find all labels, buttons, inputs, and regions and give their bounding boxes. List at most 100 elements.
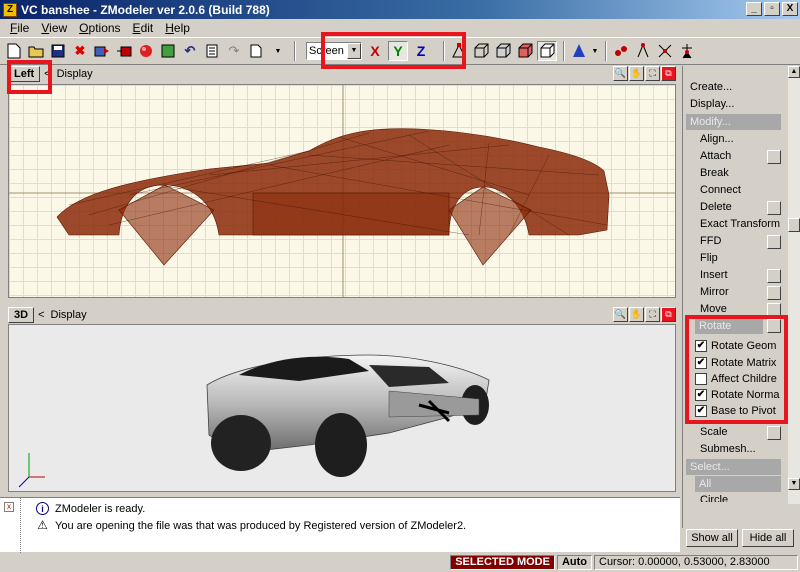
link-icon[interactable] xyxy=(611,41,631,61)
app-icon: Z xyxy=(3,2,17,17)
save-icon[interactable] xyxy=(48,41,68,61)
delete-icon[interactable]: ✖ xyxy=(70,41,90,61)
undo-icon[interactable]: ↶ xyxy=(180,41,200,61)
submesh-item[interactable]: Submesh... xyxy=(700,443,756,455)
move-item[interactable]: Move xyxy=(700,303,727,315)
car-side-wireframe xyxy=(9,85,675,297)
circle-item[interactable]: Circle xyxy=(700,494,728,502)
menu-file[interactable]: File xyxy=(4,21,35,35)
ffd-item[interactable]: FFD xyxy=(700,235,721,247)
insert-item[interactable]: Insert xyxy=(700,269,728,281)
maximize-viewport-icon[interactable]: ⧉ xyxy=(661,307,676,322)
status-bar: SELECTED MODE Auto Cursor: 0.00000, 0.53… xyxy=(0,553,800,572)
zoom-icon[interactable]: 🔍 xyxy=(613,307,628,322)
left-viewport[interactable] xyxy=(8,84,676,298)
minimize-button[interactable]: _ xyxy=(746,2,762,16)
notes-icon[interactable] xyxy=(202,41,222,61)
attach-item[interactable]: Attach xyxy=(700,150,731,162)
rotate-options-highlight-box xyxy=(685,315,788,424)
display-menu[interactable]: Display... xyxy=(690,98,734,110)
window-title: VC banshee - ZModeler ver 2.0.6 (Build 7… xyxy=(21,2,270,17)
3d-viewport[interactable] xyxy=(8,324,676,492)
new-file-icon[interactable] xyxy=(4,41,24,61)
menu-view[interactable]: View xyxy=(35,21,73,35)
object-mode-icon[interactable] xyxy=(493,41,513,61)
dropdown-arrow-icon[interactable]: ▼ xyxy=(591,41,599,61)
scale-item[interactable]: Scale xyxy=(700,426,728,438)
selection-mode-status: SELECTED MODE xyxy=(450,555,555,570)
connect-item[interactable]: Connect xyxy=(700,184,741,196)
skeleton-icon[interactable] xyxy=(677,41,697,61)
hierarchy-icon[interactable] xyxy=(633,41,653,61)
scroll-up-icon[interactable]: ▲ xyxy=(788,66,800,78)
pan-hand-icon[interactable]: ✋ xyxy=(629,307,644,322)
flip-item[interactable]: Flip xyxy=(700,252,718,264)
mirror-options-toggle[interactable] xyxy=(767,286,781,300)
face-mode-icon[interactable] xyxy=(471,41,491,61)
hide-all-button[interactable]: Hide all xyxy=(742,529,794,547)
maximize-viewport-icon[interactable]: ⧉ xyxy=(661,66,676,81)
break-item[interactable]: Break xyxy=(700,167,729,179)
align-item[interactable]: Align... xyxy=(700,133,734,145)
viewport-view-tab-3d[interactable]: 3D xyxy=(8,307,35,323)
menu-options[interactable]: Options xyxy=(73,21,126,35)
command-panel: Create... Display... Modify... Align... … xyxy=(682,66,800,528)
maximize-button[interactable]: ▫ xyxy=(764,2,780,16)
3d-viewport-header: 3D < Display 🔍 ✋ ⛶ ⧉ xyxy=(8,306,676,324)
view-tab-highlight-box xyxy=(7,60,52,94)
viewport-nav-arrow[interactable]: < xyxy=(38,309,44,321)
material-sphere-icon[interactable] xyxy=(136,41,156,61)
open-folder-icon[interactable] xyxy=(26,41,46,61)
panel-scrollbar[interactable]: ▲ ▼ xyxy=(788,66,800,504)
toolbar-separator xyxy=(605,41,607,61)
delete-item[interactable]: Delete xyxy=(700,201,732,213)
texture-icon[interactable] xyxy=(158,41,178,61)
cone-icon[interactable] xyxy=(569,41,589,61)
exact-transform-item[interactable]: Exact Transform xyxy=(700,218,780,230)
log-line: ⚠ You are opening the file was that was … xyxy=(37,518,467,532)
warning-icon: ⚠ xyxy=(37,518,48,532)
toolbar-separator xyxy=(294,41,296,61)
log-tree-line xyxy=(20,498,21,553)
info-icon: i xyxy=(36,502,49,515)
create-menu[interactable]: Create... xyxy=(690,81,732,93)
viewport-display-label[interactable]: Display xyxy=(51,309,87,321)
zoom-icon[interactable]: 🔍 xyxy=(613,66,628,81)
show-all-button[interactable]: Show all xyxy=(686,529,738,547)
attach-options-toggle[interactable] xyxy=(767,150,781,164)
zoom-extents-icon[interactable]: ⛶ xyxy=(645,66,660,81)
axis-highlight-box xyxy=(321,32,466,69)
auto-status: Auto xyxy=(556,555,592,570)
scrollbar-thumb[interactable] xyxy=(788,218,800,232)
all-group[interactable]: All xyxy=(695,476,781,492)
redo-icon[interactable]: ↷ xyxy=(224,41,244,61)
car-3d-render xyxy=(18,354,490,488)
mesh-mode-icon[interactable] xyxy=(515,41,535,61)
group-mode-icon[interactable] xyxy=(537,41,557,61)
delete-options-toggle[interactable] xyxy=(767,201,781,215)
unlink-icon[interactable] xyxy=(655,41,675,61)
scale-options-toggle[interactable] xyxy=(767,426,781,440)
menu-help[interactable]: Help xyxy=(159,21,196,35)
ffd-options-toggle[interactable] xyxy=(767,235,781,249)
scroll-down-icon[interactable]: ▼ xyxy=(788,478,800,490)
dropdown-arrow-icon[interactable]: ▼ xyxy=(268,41,288,61)
log-close-icon[interactable]: x xyxy=(4,502,14,512)
select-group[interactable]: Select... xyxy=(686,459,781,475)
viewport-display-label[interactable]: Display xyxy=(57,68,93,80)
log-line: i ZModeler is ready. xyxy=(36,502,145,515)
message-log: x i ZModeler is ready. ⚠ You are opening… xyxy=(0,497,680,553)
menu-edit[interactable]: Edit xyxy=(127,21,160,35)
cursor-coordinates: Cursor: 0.00000, 0.53000, 2.83000 xyxy=(594,555,798,570)
export-icon[interactable] xyxy=(114,41,134,61)
title-bar: Z VC banshee - ZModeler ver 2.0.6 (Build… xyxy=(0,0,800,19)
toolbar-separator xyxy=(563,41,565,61)
modify-group[interactable]: Modify... xyxy=(686,114,781,130)
page-icon[interactable] xyxy=(246,41,266,61)
close-button[interactable]: X xyxy=(782,2,798,16)
insert-options-toggle[interactable] xyxy=(767,269,781,283)
import-icon[interactable] xyxy=(92,41,112,61)
zoom-extents-icon[interactable]: ⛶ xyxy=(645,307,660,322)
mirror-item[interactable]: Mirror xyxy=(700,286,729,298)
pan-hand-icon[interactable]: ✋ xyxy=(629,66,644,81)
